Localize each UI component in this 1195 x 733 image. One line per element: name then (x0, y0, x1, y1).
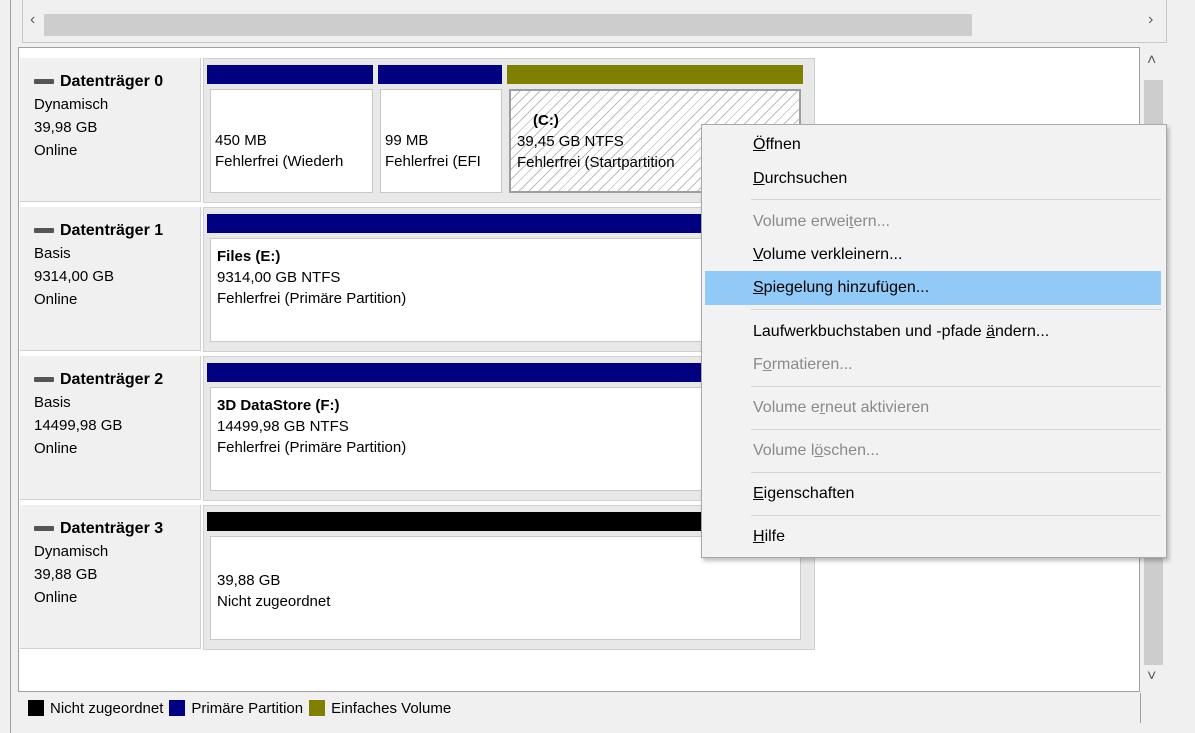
menu-item-change-drive-letter[interactable]: Laufwerkbuchstaben und -pfade ändern... (705, 315, 1161, 349)
disk-type: Dynamisch (34, 96, 109, 113)
partition-status: Fehlerfrei (Primäre Partition) (217, 290, 407, 307)
menu-item-properties[interactable]: Eigenschaften (705, 477, 1161, 511)
menu-item-delete-volume[interactable]: Volume löschen... (705, 434, 1161, 468)
legend-divider (1140, 693, 1141, 723)
legend: Nicht zugeordnet Primäre Partition Einfa… (22, 693, 451, 723)
partition-recovery[interactable]: 450 MB Fehlerfrei (Wiederh (210, 89, 373, 193)
menu-separator (751, 472, 1161, 473)
legend-label-unallocated: Nicht zugeordnet (50, 699, 164, 717)
disk-status: Online (34, 291, 78, 308)
partition-status: Fehlerfrei (EFI (385, 153, 481, 170)
menu-separator (751, 429, 1161, 430)
disk-size: 9314,00 GB (34, 268, 115, 285)
disk-status: Online (34, 589, 78, 606)
disk-icon (34, 79, 54, 84)
disk-3-info[interactable]: Datenträger 3 Dynamisch 39,88 GB Online (20, 505, 201, 649)
disk-1-info[interactable]: Datenträger 1 Basis 9314,00 GB Online (20, 207, 201, 351)
legend-label-primary: Primäre Partition (191, 699, 304, 717)
legend-label-simple-volume: Einfaches Volume (331, 699, 452, 717)
menu-item-add-mirror[interactable]: Spiegelung hinzufügen... (705, 271, 1161, 305)
partition-bar-primary (378, 65, 502, 84)
horizontal-scrollbar-thumb[interactable] (44, 14, 972, 36)
partition-status: Fehlerfrei (Primäre Partition) (217, 439, 407, 456)
partition-status: Fehlerfrei (Startpartition (517, 154, 675, 171)
menu-item-extend-volume[interactable]: Volume erweitern... (705, 205, 1161, 239)
disk-name: Datenträger 3 (60, 520, 164, 537)
partition-status: Nicht zugeordnet (217, 593, 331, 610)
partition-size: 14499,98 GB NTFS (217, 418, 349, 435)
disk-size: 39,98 GB (34, 119, 98, 136)
disk-name: Datenträger 1 (60, 222, 164, 239)
menu-separator (751, 309, 1161, 310)
disk-type: Basis (34, 245, 71, 262)
disk-2-info[interactable]: Datenträger 2 Basis 14499,98 GB Online (20, 356, 201, 500)
context-menu: Öffnen Durchsuchen Volume erweitern... V… (701, 124, 1167, 558)
partition-efi[interactable]: 99 MB Fehlerfrei (EFI (380, 89, 502, 193)
menu-separator (751, 199, 1161, 200)
scroll-down-icon[interactable]: ˅ (1147, 668, 1156, 686)
disk-name: Datenträger 0 (60, 73, 164, 90)
partition-size: 9314,00 GB NTFS (217, 269, 341, 286)
scroll-up-icon[interactable]: ˄ (1147, 52, 1156, 70)
partition-title: 3D DataStore (F:) (217, 397, 340, 414)
disk-size: 14499,98 GB (34, 417, 123, 434)
disk-type: Dynamisch (34, 543, 109, 560)
partition-status: Fehlerfrei (Wiederh (215, 153, 344, 170)
menu-item-browse[interactable]: Durchsuchen (705, 162, 1161, 196)
menu-item-shrink-volume[interactable]: Volume verkleinern... (705, 238, 1161, 272)
partition-bar-primary (207, 65, 373, 84)
partition-title: Files (E:) (217, 248, 281, 265)
disk-status: Online (34, 142, 78, 159)
disk-status: Online (34, 440, 78, 457)
menu-item-format[interactable]: Formatieren... (705, 348, 1161, 382)
partition-size: 99 MB (385, 132, 429, 149)
disk-icon (34, 526, 54, 531)
menu-item-reactivate-volume[interactable]: Volume erneut aktivieren (705, 391, 1161, 425)
disk-size: 39,88 GB (34, 566, 98, 583)
scroll-right-icon[interactable]: › (1148, 11, 1153, 29)
partition-size: 450 MB (215, 132, 267, 149)
menu-separator (751, 515, 1161, 516)
partition-bar-simple-volume (507, 65, 803, 84)
window-left-frame (0, 0, 11, 733)
disk-type: Basis (34, 394, 71, 411)
partition-size: 39,88 GB (217, 572, 281, 589)
legend-swatch-primary (169, 700, 186, 716)
scroll-left-icon[interactable]: ‹ (30, 11, 35, 29)
disk-icon (34, 228, 54, 233)
disk-name: Datenträger 2 (60, 371, 164, 388)
partition-size: 39,45 GB NTFS (517, 133, 624, 150)
disk-icon (34, 377, 54, 382)
disk-0-info[interactable]: Datenträger 0 Dynamisch 39,98 GB Online (20, 58, 201, 202)
legend-swatch-unallocated (28, 700, 44, 716)
menu-item-open[interactable]: Öffnen (705, 128, 1161, 162)
menu-separator (751, 386, 1161, 387)
partition-title: (C:) (533, 112, 559, 129)
menu-item-help[interactable]: Hilfe (705, 520, 1161, 554)
legend-swatch-simple-volume (309, 700, 326, 716)
